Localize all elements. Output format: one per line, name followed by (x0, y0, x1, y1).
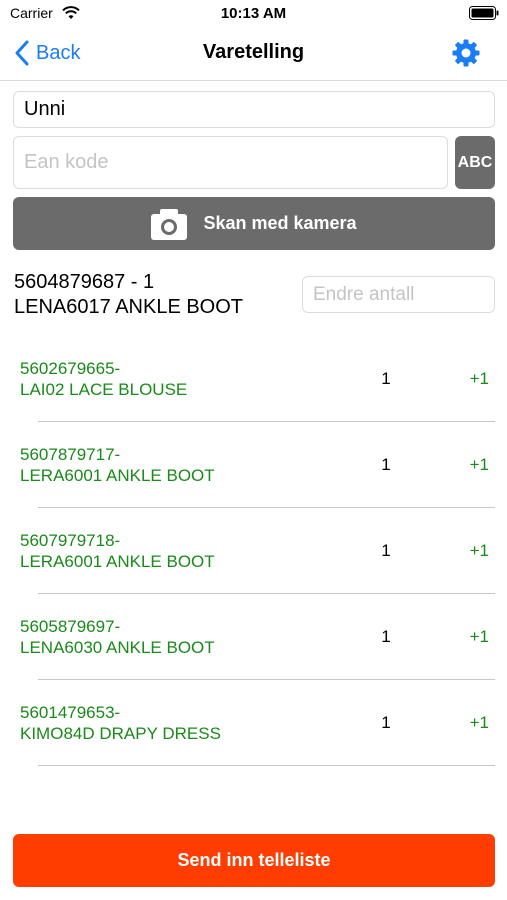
change-quantity-input[interactable] (302, 276, 495, 313)
item-info: 5601479653- KIMO84D DRAPY DRESS (20, 702, 221, 744)
user-name-field[interactable] (13, 91, 495, 128)
item-name: LAI02 LACE BLOUSE (20, 380, 188, 399)
current-item-name: LENA6017 ANKLE BOOT (14, 296, 244, 318)
item-count: 1 (381, 713, 391, 732)
item-info: 5607979718- LERA6001 ANKLE BOOT (20, 530, 215, 572)
item-code: 5607879717- (20, 445, 121, 464)
item-info: 5602679665- LAI02 LACE BLOUSE (20, 358, 187, 400)
scan-camera-label: Skan med kamera (203, 213, 357, 233)
list-item: 5607979718- LERA6001 ANKLE BOOT 1 +1 (0, 508, 507, 594)
item-name: LERA6001 ANKLE BOOT (20, 552, 215, 571)
camera-icon (151, 208, 188, 240)
item-count: 1 (381, 627, 391, 646)
ean-code-input[interactable] (13, 136, 448, 189)
item-count: 1 (381, 369, 391, 388)
item-count: 1 (381, 541, 391, 560)
increment-button[interactable]: +1 (470, 627, 489, 647)
increment-button[interactable]: +1 (470, 369, 489, 389)
item-info: 5607879717- LERA6001 ANKLE BOOT (20, 444, 215, 486)
item-info: 5605879697- LENA6030 ANKLE BOOT (20, 616, 215, 658)
item-code: 5605879697- (20, 617, 121, 636)
keyboard-toggle-button[interactable]: ABC (455, 136, 495, 189)
list-item: 5605879697- LENA6030 ANKLE BOOT 1 +1 (0, 594, 507, 680)
status-bar: Carrier 10:13 AM (0, 0, 507, 28)
item-count: 1 (381, 455, 391, 474)
increment-button[interactable]: +1 (470, 455, 489, 475)
item-name: LENA6030 ANKLE BOOT (20, 638, 215, 657)
list-item: 5601479653- KIMO84D DRAPY DRESS 1 +1 (0, 680, 507, 766)
item-code: 5607979718- (20, 531, 121, 550)
gear-icon[interactable] (451, 38, 481, 68)
item-code: 5602679665- (20, 359, 121, 378)
list-item: 5602679665- LAI02 LACE BLOUSE 1 +1 (0, 336, 507, 422)
item-list: 5602679665- LAI02 LACE BLOUSE 1 +1 56078… (0, 336, 507, 766)
item-name: LERA6001 ANKLE BOOT (20, 466, 215, 485)
list-item: 5607879717- LERA6001 ANKLE BOOT 1 +1 (0, 422, 507, 508)
battery-icon (469, 6, 499, 20)
item-name: KIMO84D DRAPY DRESS (20, 724, 221, 743)
send-count-list-button[interactable]: Send inn telleliste (13, 834, 495, 887)
scan-camera-button[interactable]: Skan med kamera (13, 197, 495, 250)
current-item-code: 5604879687 - 1 (14, 271, 155, 293)
increment-button[interactable]: +1 (470, 541, 489, 561)
navigation-bar: Back Varetelling (0, 28, 507, 81)
page-title: Varetelling (202, 41, 305, 63)
current-item: 5604879687 - 1 LENA6017 ANKLE BOOT (14, 270, 243, 320)
item-code: 5601479653- (20, 703, 121, 722)
increment-button[interactable]: +1 (470, 713, 489, 733)
status-time: 10:13 AM (220, 5, 287, 22)
divider (38, 765, 495, 766)
